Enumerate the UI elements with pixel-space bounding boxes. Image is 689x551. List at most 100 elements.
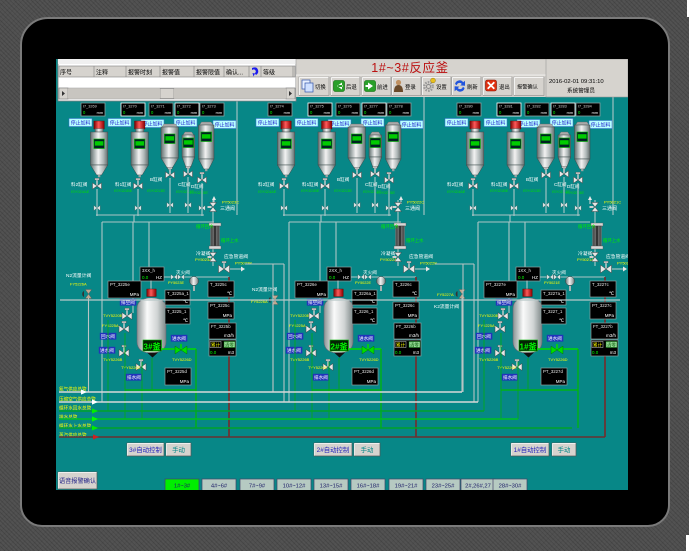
svg-text:ISY0213E: ISY0213E [523, 188, 541, 193]
svg-text:退出: 退出 [499, 83, 510, 91]
svg-text:切换: 切换 [315, 83, 326, 91]
svg-text:28#~30#: 28#~30# [499, 484, 523, 490]
svg-text:冷凝阀: 冷凝阀 [381, 250, 396, 257]
svg-text:排水阀: 排水阀 [127, 374, 141, 381]
svg-text:mm: mm [137, 111, 143, 115]
svg-text:冷凝阀: 冷凝阀 [196, 250, 211, 257]
svg-text:FT_3225b: FT_3225b [211, 324, 231, 329]
svg-text:PT_3226d: PT_3226d [354, 369, 374, 374]
svg-text:TVY5220C: TVY5220C [308, 365, 328, 370]
svg-text:TVY5226D: TVY5226D [172, 357, 192, 362]
svg-text:循环上水: 循环上水 [221, 237, 239, 244]
svg-text:停止加料: 停止加料 [143, 121, 163, 128]
svg-text:ISY0215E: ISY0215E [566, 190, 584, 195]
svg-text:PY5022C: PY5022C [407, 200, 424, 205]
svg-text:I7_3277: I7_3277 [364, 105, 378, 109]
svg-text:循环上水: 循环上水 [603, 237, 621, 244]
svg-text:MPa: MPa [556, 379, 566, 384]
svg-text:停止加料: 停止加料 [330, 121, 350, 128]
svg-text:进水阀: 进水阀 [100, 347, 114, 354]
svg-text:报警限值: 报警限值 [196, 69, 220, 77]
svg-text:后退: 后退 [346, 83, 357, 91]
svg-text:N2流量计阀: N2流量计阀 [66, 272, 92, 279]
svg-text:T_3226c: T_3226c [395, 282, 413, 287]
svg-text:累计: 累计 [593, 342, 603, 349]
svg-text:应急管道阀: 应急管道阀 [409, 253, 433, 260]
svg-text:手动: 手动 [361, 445, 374, 454]
svg-text:FT_3226b: FT_3226b [396, 324, 416, 329]
svg-text:三通阀: 三通阀 [405, 205, 420, 212]
svg-text:ISY0213E: ISY0213E [147, 188, 165, 193]
svg-text:停止加料: 停止加料 [591, 122, 611, 129]
svg-text:报警确认: 报警确认 [517, 83, 539, 91]
svg-text:I7_3273: I7_3273 [202, 105, 216, 109]
svg-text:1#釜: 1#釜 [520, 342, 538, 352]
svg-text:0.0: 0.0 [329, 275, 336, 280]
svg-text:PY5021C: PY5021C [604, 200, 621, 205]
svg-text:0.0: 0.0 [142, 275, 149, 280]
svg-text:PY5022E: PY5022E [355, 281, 372, 285]
svg-text:PY5023E: PY5023E [168, 281, 185, 285]
svg-text:FY5227A: FY5227A [437, 292, 454, 297]
svg-text:mm: mm [352, 111, 358, 115]
svg-text:PT_3227e: PT_3227e [486, 282, 506, 287]
svg-text:I7_3278: I7_3278 [389, 105, 403, 109]
svg-text:m3/h: m3/h [606, 333, 617, 338]
svg-text:K2流量计阀: K2流量计阀 [434, 303, 459, 310]
svg-text:T_3226a_1: T_3226a_1 [354, 291, 376, 296]
svg-text:mm: mm [541, 111, 547, 115]
svg-text:23#~25#: 23#~25# [432, 484, 456, 490]
svg-text:料2缸阀: 料2缸阀 [447, 181, 464, 188]
svg-text:停止加料: 停止加料 [363, 120, 383, 127]
svg-text:MPa: MPa [367, 379, 377, 384]
svg-text:mm: mm [567, 111, 573, 115]
svg-text:停止加料: 停止加料 [552, 120, 572, 127]
svg-text:0.0: 0.0 [518, 275, 525, 280]
svg-text:进水阀: 进水阀 [548, 335, 562, 342]
svg-text:m3: m3 [610, 350, 617, 355]
svg-text:TVY5220B: TVY5220B [103, 313, 123, 318]
svg-text:PT_3227c: PT_3227c [592, 303, 612, 308]
svg-text:ISY024AE: ISY024AE [258, 189, 277, 194]
svg-text:停止加料: 停止加料 [402, 122, 422, 129]
svg-text:清零: 清零 [607, 342, 616, 349]
svg-text:MPa: MPa [605, 313, 615, 318]
svg-text:I7_3269: I7_3269 [83, 105, 97, 109]
svg-text:循环上水: 循环上水 [406, 237, 424, 244]
svg-text:I7_3275: I7_3275 [310, 105, 324, 109]
svg-text:mm: mm [592, 111, 598, 115]
svg-text:I7_3272: I7_3272 [177, 105, 191, 109]
svg-text:T_3227_1: T_3227_1 [543, 309, 563, 314]
svg-text:0.0: 0.0 [592, 350, 599, 355]
svg-text:ISY0213E: ISY0213E [334, 188, 352, 193]
svg-text:4#~6#: 4#~6# [211, 484, 228, 490]
svg-text:停止加料: 停止加料 [176, 120, 196, 127]
svg-text:0.0: 0.0 [210, 350, 217, 355]
svg-text:停止加料: 停止加料 [258, 120, 278, 127]
svg-text:停止加料: 停止加料 [486, 120, 506, 127]
svg-text:TVY5226B: TVY5226B [103, 357, 123, 362]
svg-text:T_3225_1: T_3225_1 [167, 309, 187, 314]
svg-text:T_3227a_1: T_3227a_1 [543, 291, 565, 296]
svg-text:I7_3270: I7_3270 [123, 105, 137, 109]
svg-text:注释: 注释 [96, 69, 108, 77]
svg-text:3XX_h: 3XX_h [142, 268, 156, 273]
svg-text:I7_3276: I7_3276 [338, 105, 352, 109]
svg-text:T_3227c: T_3227c [592, 282, 610, 287]
svg-text:TVY5220C: TVY5220C [121, 365, 141, 370]
svg-text:语音报警确认: 语音报警确认 [59, 477, 96, 485]
svg-text:TVY5226D: TVY5226D [548, 357, 568, 362]
svg-text:登录: 登录 [405, 83, 416, 91]
svg-text:mm: mm [191, 111, 197, 115]
svg-text:ISY021BE: ISY021BE [301, 188, 320, 193]
svg-text:进水阀: 进水阀 [287, 347, 301, 354]
svg-text:清零: 清零 [225, 342, 234, 349]
svg-text:三通阀: 三通阀 [220, 205, 235, 212]
svg-text:0.0: 0.0 [395, 350, 402, 355]
svg-text:mm: mm [403, 111, 409, 115]
svg-text:手动: 手动 [558, 445, 571, 454]
svg-text:停止加料: 停止加料 [215, 122, 235, 129]
svg-text:3#釜: 3#釜 [144, 342, 162, 352]
svg-text:排水阀: 排水阀 [503, 374, 517, 381]
svg-text:进水阀: 进水阀 [359, 335, 373, 342]
